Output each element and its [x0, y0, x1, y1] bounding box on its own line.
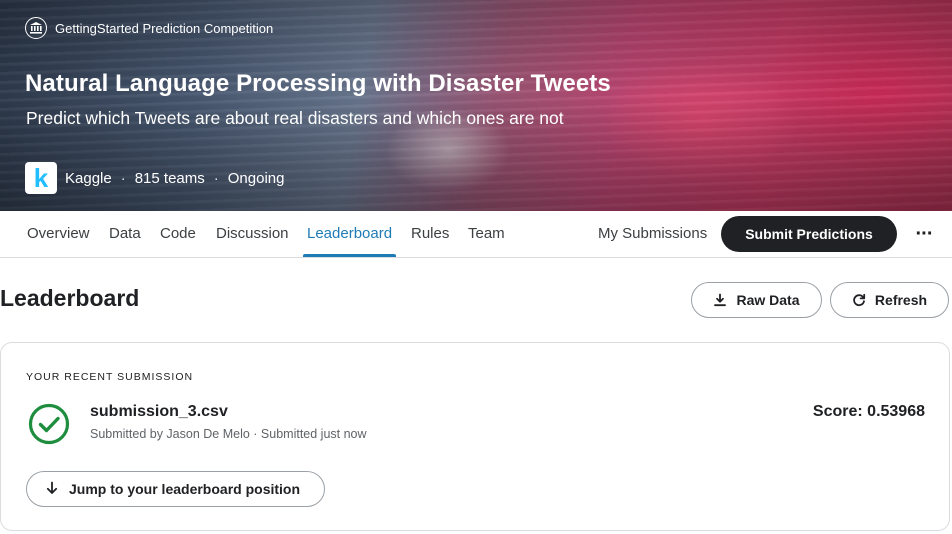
arrow-down-icon: [45, 481, 59, 498]
submit-predictions-button[interactable]: Submit Predictions: [721, 216, 897, 252]
check-circle-icon: [28, 403, 70, 450]
team-count: 815 teams: [134, 169, 205, 187]
separator: ·: [120, 169, 126, 187]
download-icon: [713, 293, 727, 307]
tab-leaderboard[interactable]: Leaderboard: [307, 211, 392, 257]
raw-data-button[interactable]: Raw Data: [691, 282, 822, 318]
refresh-label: Refresh: [874, 292, 928, 308]
competition-tabs: Overview Data Code Discussion Leaderboar…: [0, 211, 952, 258]
tab-rules[interactable]: Rules: [411, 211, 449, 257]
competition-subtitle: Predict which Tweets are about real disa…: [26, 108, 564, 128]
submission-file-name[interactable]: submission_3.csv: [90, 403, 228, 421]
my-submissions-link[interactable]: My Submissions: [598, 211, 707, 257]
raw-data-label: Raw Data: [736, 292, 800, 308]
competition-header: GettingStarted Prediction Competition Na…: [0, 0, 952, 211]
competition-title: Natural Language Processing with Disaste…: [25, 70, 611, 97]
jump-to-position-button[interactable]: Jump to your leaderboard position: [26, 471, 325, 507]
competition-status: Ongoing: [227, 169, 285, 187]
separator: ·: [213, 169, 219, 187]
competition-type-label: GettingStarted Prediction Competition: [55, 20, 274, 36]
more-options-icon[interactable]: ···: [911, 219, 937, 249]
tab-discussion[interactable]: Discussion: [216, 211, 289, 257]
tab-team[interactable]: Team: [468, 211, 505, 257]
refresh-button[interactable]: Refresh: [830, 282, 949, 318]
kaggle-logo-icon[interactable]: k: [25, 162, 57, 194]
tab-data[interactable]: Data: [109, 211, 141, 257]
host-name[interactable]: Kaggle: [65, 170, 112, 187]
competition-type: GettingStarted Prediction Competition: [25, 17, 273, 39]
section-label: YOUR RECENT SUBMISSION: [26, 371, 194, 383]
institution-icon: [25, 17, 47, 39]
submission-score: Score: 0.53968: [812, 403, 925, 420]
recent-submission-card: YOUR RECENT SUBMISSION submission_3.csv …: [0, 342, 950, 531]
tab-overview[interactable]: Overview: [27, 211, 90, 257]
tab-code[interactable]: Code: [160, 211, 196, 257]
jump-label: Jump to your leaderboard position: [69, 481, 301, 497]
submission-meta: Submitted by Jason De Melo · Submitted j…: [90, 427, 367, 441]
page-title: Leaderboard: [0, 285, 140, 311]
competition-host-info: k Kaggle · 815 teams · Ongoing: [25, 162, 284, 194]
refresh-icon: [852, 293, 866, 307]
active-tab-indicator: [303, 254, 396, 257]
